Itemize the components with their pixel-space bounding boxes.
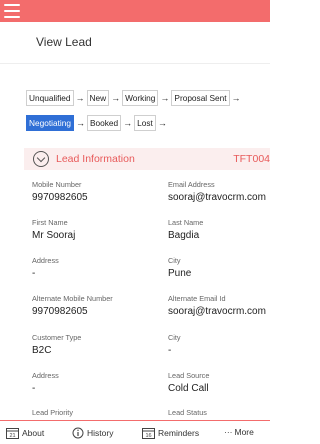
hamburger-menu-icon[interactable] [4,4,20,18]
field-value: sooraj@travocrm.com [168,192,266,203]
tab-label: Reminders [158,428,200,438]
field-alternate-email-id: Alternate Email Id sooraj@travocrm.com [168,294,270,318]
stage-lost[interactable]: Lost [134,115,156,131]
stage-working[interactable]: Working [122,90,159,106]
dots-icon: ··· [224,427,233,437]
lead-information-header[interactable]: Lead Information TFT004 [24,148,270,170]
arrow-icon: → [75,93,85,103]
field-value: 9970982605 [32,306,88,317]
stage-new[interactable]: New [86,90,110,106]
arrow-icon: → [231,93,241,103]
field-alternate-mobile-number: Alternate Mobile Number 9970982605 [32,294,162,318]
lead-code: TFT004 [233,153,270,165]
field-label: Alternate Mobile Number [32,294,113,303]
field-label: Mobile Number [32,180,82,189]
field-label: Customer Type [32,333,82,342]
tab-more[interactable]: ··· More [224,427,254,437]
pipeline-row-1: Unqualified → New → Working → Proposal S… [26,90,270,106]
field-address: Address - [32,256,142,280]
arrow-icon: → [75,118,85,128]
tab-reminders[interactable]: 16 Reminders [142,427,199,439]
arrow-icon: → [123,118,133,128]
field-label: City [168,256,181,265]
tab-history[interactable]: History [72,427,113,439]
field-mobile-number: Mobile Number 9970982605 [32,180,142,204]
lead-stage-pipeline: Unqualified → New → Working → Proposal S… [26,90,270,140]
field-email-address: Email Address sooraj@travocrm.com [168,180,270,204]
arrow-icon: → [160,93,170,103]
tab-label: History [87,428,114,438]
info-icon [72,427,84,439]
arrow-icon: → [157,118,167,128]
field-value: sooraj@travocrm.com [168,306,266,317]
field-label: Lead Status [168,408,207,417]
svg-text:21: 21 [9,433,15,439]
page-title: View Lead [36,35,92,49]
calendar-21-icon: 21 [6,428,19,439]
title-bar: View Lead [0,22,270,64]
field-first-name: First Name Mr Sooraj [32,218,142,242]
tab-label: More [234,427,254,437]
stage-booked[interactable]: Booked [86,115,122,131]
field-label: Alternate Email Id [168,294,226,303]
field-value: B2C [32,345,52,356]
top-app-bar [0,0,270,22]
field-lead-source: Lead Source Cold Call [168,371,270,395]
field-label: First Name [32,218,68,227]
field-label: City [168,333,181,342]
field-label: Lead Source [168,371,210,380]
pipeline-row-2: Negotiating → Booked → Lost → [26,115,270,131]
field-last-name: Last Name Bagdia [168,218,270,242]
field-value: Pune [168,268,192,279]
stage-proposal-sent[interactable]: Proposal Sent [171,90,230,106]
field-lead-priority: Lead Priority [32,408,142,417]
tab-label: About [22,428,45,438]
stage-unqualified[interactable]: Unqualified [26,90,74,106]
section-title: Lead Information [56,153,135,165]
field-lead-status: Lead Status [168,408,270,417]
calendar-16-icon: 16 [142,428,155,439]
field-city-2: City - [168,333,270,357]
field-value: Bagdia [168,230,200,241]
field-customer-type: Customer Type B2C [32,333,142,357]
stage-negotiating[interactable]: Negotiating [26,115,74,131]
field-label: Lead Priority [32,408,73,417]
chevron-down-icon[interactable] [33,151,49,167]
bottom-navigation: 21 About History 16 Reminders ··· More [0,420,270,444]
field-value: - [168,345,172,356]
field-label: Address [32,256,59,265]
tab-about[interactable]: 21 About [6,427,44,439]
arrow-icon: → [111,93,121,103]
field-value: 9970982605 [32,192,88,203]
svg-text:16: 16 [145,433,151,439]
field-label: Address [32,371,59,380]
field-address-2: Address - [32,371,142,395]
field-label: Email Address [168,180,215,189]
field-value: - [32,383,36,394]
field-value: Mr Sooraj [32,230,76,241]
field-value: Cold Call [168,383,209,394]
field-city: City Pune [168,256,270,280]
field-value: - [32,268,36,279]
field-label: Last Name [168,218,204,227]
